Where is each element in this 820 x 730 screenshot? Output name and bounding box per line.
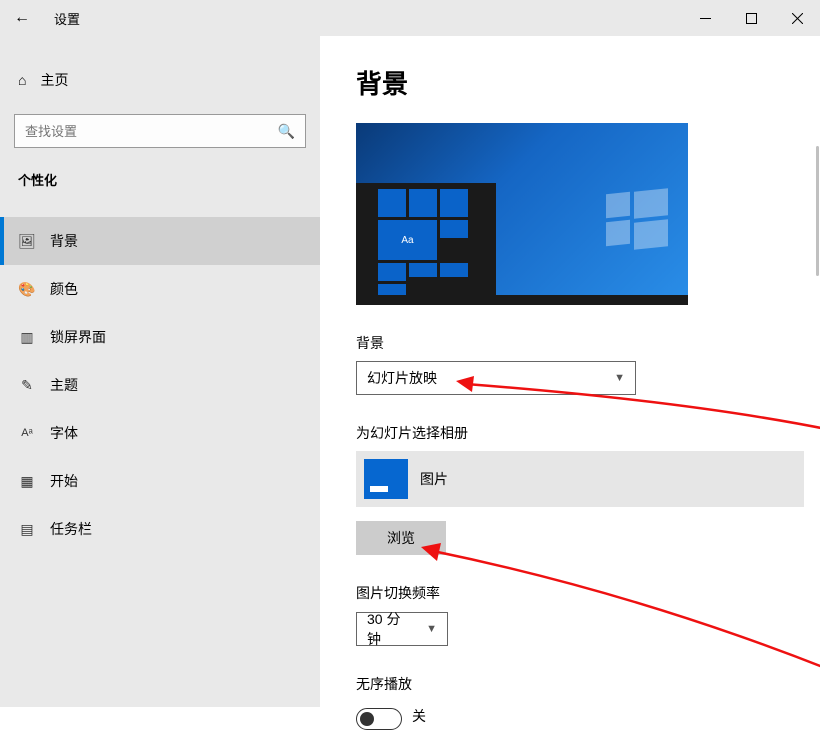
sidebar-item-label: 开始: [50, 471, 78, 491]
taskbar-icon: ▤: [18, 520, 36, 538]
sidebar-item-fonts[interactable]: Aᵃ 字体: [0, 409, 320, 457]
interval-dropdown[interactable]: 30 分钟 ▼: [356, 612, 448, 646]
sidebar-item-themes[interactable]: ✎ 主题: [0, 361, 320, 409]
album-row[interactable]: 图片: [356, 451, 804, 507]
chevron-down-icon: ▼: [426, 623, 437, 635]
sidebar-item-label: 锁屏界面: [50, 327, 106, 347]
background-label: 背景: [356, 333, 820, 353]
search-icon: 🔍: [278, 123, 295, 140]
sidebar-item-label: 字体: [50, 423, 78, 443]
sidebar-item-label: 任务栏: [50, 519, 92, 539]
minimize-button[interactable]: [682, 0, 728, 36]
maximize-button[interactable]: [728, 0, 774, 36]
shuffle-state: 关: [412, 706, 426, 726]
album-name: 图片: [420, 469, 448, 489]
preview-tile-aa: Aa: [378, 220, 437, 260]
home-label: 主页: [40, 70, 68, 90]
album-label: 为幻灯片选择相册: [356, 423, 820, 443]
window-title: 设置: [54, 9, 80, 28]
search-input-container[interactable]: 🔍: [14, 114, 306, 148]
home-icon: ⌂: [18, 72, 26, 88]
themes-icon: ✎: [18, 376, 36, 394]
home-link[interactable]: ⌂ 主页: [0, 60, 320, 100]
dropdown-value: 30 分钟: [367, 609, 412, 649]
folder-icon: [364, 459, 408, 499]
back-button[interactable]: ←: [0, 9, 44, 27]
sidebar-item-lockscreen[interactable]: ▥ 锁屏界面: [0, 313, 320, 361]
sidebar-item-colors[interactable]: 🎨 颜色: [0, 265, 320, 313]
sidebar-item-start[interactable]: ▦ 开始: [0, 457, 320, 505]
picture-icon: 🖼: [18, 232, 36, 250]
scrollbar[interactable]: [816, 146, 819, 276]
sidebar-item-label: 背景: [50, 231, 78, 251]
shuffle-label: 无序播放: [356, 674, 820, 694]
fonts-icon: Aᵃ: [18, 424, 36, 442]
background-preview: Aa: [356, 123, 688, 305]
search-input[interactable]: [25, 124, 278, 139]
page-title: 背景: [356, 64, 820, 101]
sidebar-item-background[interactable]: 🖼 背景: [0, 217, 320, 265]
start-icon: ▦: [18, 472, 36, 490]
dropdown-value: 幻灯片放映: [367, 368, 437, 388]
section-title: 个性化: [0, 170, 320, 189]
palette-icon: 🎨: [18, 280, 36, 298]
browse-button[interactable]: 浏览: [356, 521, 446, 555]
chevron-down-icon: ▼: [614, 372, 625, 384]
sidebar-item-taskbar[interactable]: ▤ 任务栏: [0, 505, 320, 553]
interval-label: 图片切换频率: [356, 583, 820, 603]
background-type-dropdown[interactable]: 幻灯片放映 ▼: [356, 361, 636, 395]
lockscreen-icon: ▥: [18, 328, 36, 346]
shuffle-toggle[interactable]: [356, 708, 402, 730]
sidebar-item-label: 颜色: [50, 279, 78, 299]
close-button[interactable]: [774, 0, 820, 36]
sidebar-item-label: 主题: [50, 375, 78, 395]
